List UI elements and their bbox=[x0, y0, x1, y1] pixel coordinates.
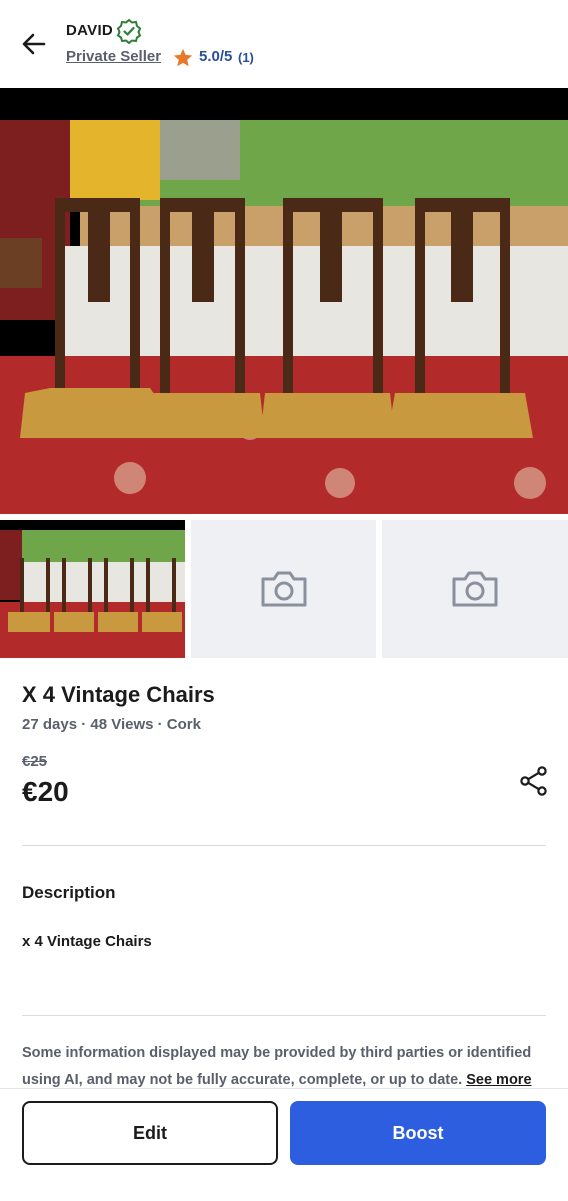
thumbnail-placeholder-2[interactable] bbox=[191, 520, 376, 658]
disclaimer: Some information displayed may be provid… bbox=[22, 1040, 552, 1094]
star-icon bbox=[173, 48, 193, 67]
listing-title: X 4 Vintage Chairs bbox=[22, 682, 215, 707]
see-more-link[interactable]: See more bbox=[466, 1072, 531, 1088]
verified-badge-icon bbox=[116, 18, 142, 44]
current-price: €20 bbox=[22, 776, 69, 807]
camera-icon bbox=[452, 571, 498, 607]
old-price: €25 bbox=[22, 753, 48, 770]
thumbnail-photo-1[interactable] bbox=[0, 520, 185, 658]
camera-icon bbox=[261, 571, 306, 607]
seller-type-link[interactable]: Private Seller bbox=[66, 48, 161, 65]
header: DAVID Private Seller 5.0/5 (1) bbox=[0, 0, 568, 88]
edit-button[interactable]: Edit bbox=[22, 1101, 278, 1165]
main-listing-photo[interactable] bbox=[0, 88, 568, 514]
back-arrow-icon[interactable] bbox=[18, 28, 50, 60]
rating-value[interactable]: 5.0/5 bbox=[199, 48, 232, 65]
chairs-photo bbox=[0, 88, 568, 514]
boost-button[interactable]: Boost bbox=[290, 1101, 546, 1165]
seller-name[interactable]: DAVID bbox=[66, 22, 113, 39]
divider bbox=[22, 845, 546, 846]
description-heading: Description bbox=[22, 883, 116, 902]
rating-count[interactable]: (1) bbox=[238, 50, 254, 65]
chairs-thumbnail bbox=[0, 520, 185, 658]
share-icon[interactable] bbox=[518, 765, 550, 797]
divider bbox=[22, 1015, 546, 1016]
listing-meta: 27 days · 48 Views · Cork bbox=[22, 716, 201, 733]
disclaimer-text: Some information displayed may be provid… bbox=[22, 1045, 532, 1088]
description-text: x 4 Vintage Chairs bbox=[22, 933, 152, 950]
thumbnail-placeholder-3[interactable] bbox=[382, 520, 568, 658]
